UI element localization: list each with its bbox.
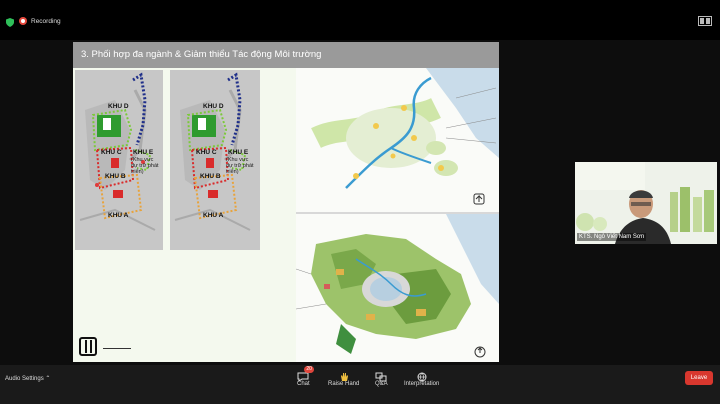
qa-icon bbox=[375, 369, 387, 382]
zone-map-left: KHU D KHU C KHU E (Khu vực dự trữ phát t… bbox=[75, 70, 163, 250]
zone-b-label: KHU B bbox=[200, 173, 221, 180]
zone-map-right: KHU D KHU C KHU E (Khu vực dự trữ phát t… bbox=[170, 70, 260, 250]
chat-button[interactable]: 20 Chat bbox=[297, 366, 314, 387]
speaker-video-frame bbox=[575, 162, 717, 244]
slide-title-bar: 3. Phối hợp đa ngành & Giảm thiểu Tác độ… bbox=[73, 42, 499, 68]
meeting-window: Recording 3. Phối hợp đa ngành & Giảm th… bbox=[0, 0, 720, 404]
land-use-plan-map bbox=[296, 214, 499, 362]
zone-d-label: KHU D bbox=[203, 103, 224, 110]
leave-button[interactable]: Leave bbox=[685, 371, 713, 385]
river-plan-map bbox=[296, 68, 499, 213]
shield-icon[interactable] bbox=[6, 18, 14, 27]
hand-icon bbox=[338, 369, 350, 381]
zone-e-label: KHU E bbox=[133, 149, 154, 156]
zone-e-sublabel: (Khu vực dự trữ phát triển) bbox=[131, 157, 159, 175]
qa-button[interactable]: Q&A bbox=[375, 369, 388, 387]
zone-b-label: KHU B bbox=[105, 173, 126, 180]
brand-rule bbox=[103, 348, 131, 349]
speaker-video-tile[interactable]: KTS. Ngô Viết Nam Sơn bbox=[575, 162, 717, 244]
chat-badge: 20 bbox=[304, 366, 314, 373]
zone-e-label: KHU E bbox=[228, 149, 249, 156]
zone-c-label: KHU C bbox=[101, 149, 122, 156]
slide-title: 3. Phối hợp đa ngành & Giảm thiểu Tác độ… bbox=[81, 49, 322, 60]
chevron-up-icon: ⌃ bbox=[45, 376, 51, 382]
zone-a-label: KHU A bbox=[108, 212, 129, 219]
globe-icon bbox=[416, 369, 428, 382]
view-icon[interactable] bbox=[698, 16, 712, 26]
zone-c-label: KHU C bbox=[196, 149, 217, 156]
shared-slide: 3. Phối hợp đa ngành & Giảm thiểu Tác độ… bbox=[73, 42, 499, 362]
meeting-toolbar: Audio Settings ⌃ 20 Chat Raise Hand Q&A bbox=[0, 365, 720, 404]
river-plan-drawing bbox=[311, 68, 499, 205]
top-bar: Recording bbox=[0, 0, 720, 40]
recording-indicator[interactable]: Recording bbox=[19, 17, 61, 25]
record-icon bbox=[19, 17, 27, 25]
zone-d-label: KHU D bbox=[108, 103, 129, 110]
interpretation-button[interactable]: Interpretation bbox=[404, 369, 439, 387]
zone-e-sublabel: (Khu vực dự trữ phát triển) bbox=[226, 157, 254, 175]
brand-logo bbox=[79, 337, 97, 356]
speaker-name-label: KTS. Ngô Viết Nam Sơn bbox=[577, 233, 647, 241]
land-use-plan-drawing bbox=[296, 214, 499, 358]
audio-settings-button[interactable]: Audio Settings ⌃ bbox=[5, 375, 50, 382]
chat-icon: 20 bbox=[297, 366, 314, 382]
audio-settings-label: Audio Settings bbox=[5, 376, 44, 382]
zone-a-label: KHU A bbox=[203, 212, 224, 219]
recording-label: Recording bbox=[31, 17, 61, 25]
raise-hand-button[interactable]: Raise Hand bbox=[328, 369, 359, 387]
